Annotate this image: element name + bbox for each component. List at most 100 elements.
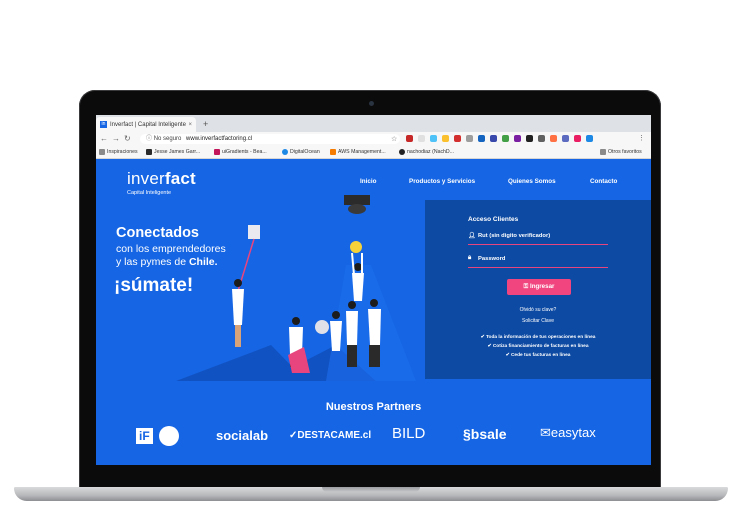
- bookmark-item-aws[interactable]: AWS Management...: [330, 149, 386, 155]
- partner-logo-socialab[interactable]: socialab: [216, 428, 268, 443]
- back-arrow-icon[interactable]: ←: [100, 134, 108, 143]
- browser-tab[interactable]: in Inverfact | Capital Inteligente ×: [96, 117, 196, 132]
- person-figure: [346, 311, 358, 345]
- laptop-notch: [322, 487, 420, 492]
- partner-logo-easytax[interactable]: ✉easytax: [540, 425, 596, 441]
- partner-logo-bild[interactable]: BILD: [392, 425, 425, 442]
- inverfact-logo[interactable]: inverfact: [127, 169, 196, 189]
- extension-icon[interactable]: [454, 135, 461, 142]
- extension-icon[interactable]: [478, 135, 485, 142]
- bookmark-item-other[interactable]: Otros favoritos: [600, 149, 642, 155]
- extension-icon[interactable]: [538, 135, 545, 142]
- security-label: No seguro: [153, 136, 182, 142]
- extension-icon[interactable]: [550, 135, 557, 142]
- info-icon[interactable]: ⓘ: [146, 136, 152, 142]
- person-figure: [347, 345, 357, 367]
- bookmark-item-github[interactable]: nachodiaz (NachD...: [399, 149, 454, 155]
- extension-icon[interactable]: [442, 135, 449, 142]
- bookmark-item-uigradients[interactable]: uiGradients - Bea...: [214, 149, 267, 155]
- bookmark-item-digitalocean[interactable]: DigitalOcean: [282, 149, 320, 155]
- site-favicon-icon: in: [100, 121, 107, 128]
- extension-icon[interactable]: [418, 135, 425, 142]
- extension-icon[interactable]: [526, 135, 533, 142]
- extension-icon[interactable]: [502, 135, 509, 142]
- tab-title: Inverfact | Capital Inteligente: [110, 121, 186, 128]
- website: inverfact Capital Inteligente Inicio Pro…: [96, 159, 651, 465]
- bookmark-favicon-icon: [146, 149, 152, 155]
- password-field[interactable]: 🔒︎ Password: [468, 253, 608, 268]
- forward-arrow-icon[interactable]: →: [112, 134, 120, 143]
- laptop-screen: in Inverfact | Capital Inteligente × + ←…: [96, 115, 651, 465]
- perk-item: ✔ Toda la información de tus operaciones…: [480, 335, 596, 340]
- extension-icon[interactable]: [466, 135, 473, 142]
- github-icon: [399, 149, 405, 155]
- globe-icon: [315, 320, 329, 334]
- bookmark-favicon-icon: [282, 149, 288, 155]
- if-circle-icon: [159, 426, 180, 446]
- login-title: Acceso Clientes: [468, 216, 519, 223]
- extension-icon[interactable]: [514, 135, 521, 142]
- browser-tab-bar: in Inverfact | Capital Inteligente × +: [96, 115, 651, 132]
- perk-item: ✔ Cotiza financiamiento de facturas en l…: [487, 344, 589, 349]
- person-figure: [370, 299, 378, 307]
- bookmark-favicon-icon: [330, 149, 336, 155]
- nav-contacto[interactable]: Contacto: [590, 178, 617, 185]
- person-figure: [354, 263, 362, 271]
- forgot-password-link[interactable]: Olvidó su clave?: [425, 307, 651, 313]
- hero-illustration: [176, 195, 416, 381]
- bookmark-item-inspiraciones[interactable]: Inspiraciones: [99, 149, 138, 155]
- partner-logo-bsale[interactable]: §bsale: [463, 426, 507, 442]
- perk-item: ✔ Cede tus facturas en línea: [505, 353, 571, 358]
- person-figure: [332, 311, 340, 319]
- lock-icon: 🔒︎: [468, 255, 472, 261]
- user-icon: 👤︎: [468, 233, 476, 239]
- address-bar[interactable]: ⓘ No seguro www.inverfactfactoring.cl: [140, 134, 400, 144]
- partners-title: Nuestros Partners: [325, 401, 422, 413]
- person-figure: [369, 345, 380, 367]
- perks-list: ✔ Toda la información de tus operaciones…: [425, 333, 651, 360]
- extension-icon[interactable]: [430, 135, 437, 142]
- folder-icon: [99, 149, 105, 155]
- extension-icon[interactable]: [406, 135, 413, 142]
- extension-icon[interactable]: [490, 135, 497, 142]
- webcam: [369, 101, 374, 106]
- partner-logo-if[interactable]: iF: [136, 426, 180, 446]
- bsale-icon: §: [463, 426, 471, 442]
- rut-field[interactable]: 👤︎ Rut (sin digito verificador): [468, 230, 608, 245]
- bookmark-star-icon[interactable]: ☆: [391, 135, 397, 143]
- extension-icons: [406, 135, 593, 142]
- easytax-icon: ✉: [540, 425, 551, 440]
- person-figure: [352, 273, 364, 301]
- nav-quienes-somos[interactable]: Quienes Somos: [508, 178, 556, 185]
- lightbulb-icon: [350, 241, 362, 253]
- extension-icon[interactable]: [574, 135, 581, 142]
- socket-icon: [248, 225, 260, 239]
- person-figure: [234, 279, 242, 287]
- person-figure: [235, 325, 241, 347]
- nav-inicio[interactable]: Inicio: [360, 178, 376, 185]
- logo-tagline: Capital Inteligente: [127, 190, 172, 196]
- login-panel: Acceso Clientes 👤︎ Rut (sin digito verif…: [425, 200, 651, 379]
- folder-icon: [600, 149, 606, 155]
- extension-icon[interactable]: [586, 135, 593, 142]
- bookmarks-bar: Inspiraciones Jesse James Garr... uiGrad…: [96, 146, 651, 159]
- new-tab-button[interactable]: +: [203, 119, 208, 129]
- person-figure: [232, 289, 244, 325]
- browser-menu-icon[interactable]: ⋮: [638, 134, 645, 142]
- nav-productos[interactable]: Productos y Servicios: [409, 178, 475, 185]
- browser-toolbar: ← → ↻ ⓘ No seguro www.inverfactfactoring…: [96, 132, 651, 146]
- close-tab-icon[interactable]: ×: [188, 122, 192, 128]
- url-text: www.inverfactfactoring.cl: [186, 136, 253, 142]
- bookmark-item-jjg[interactable]: Jesse James Garr...: [146, 149, 200, 155]
- password-placeholder: Password: [478, 256, 506, 262]
- partner-logo-destacame[interactable]: ✓DESTACAME.cl: [289, 430, 371, 441]
- extension-icon[interactable]: [562, 135, 569, 142]
- person-figure: [368, 309, 381, 345]
- reload-icon[interactable]: ↻: [124, 134, 131, 143]
- ingresar-button[interactable]: ⚿ Ingresar: [507, 279, 571, 295]
- person-figure: [292, 317, 300, 325]
- person-figure: [330, 321, 342, 351]
- lamp-icon: [344, 195, 370, 205]
- request-password-link[interactable]: Solicitar Clave: [425, 318, 651, 324]
- lamp-shade: [348, 204, 366, 214]
